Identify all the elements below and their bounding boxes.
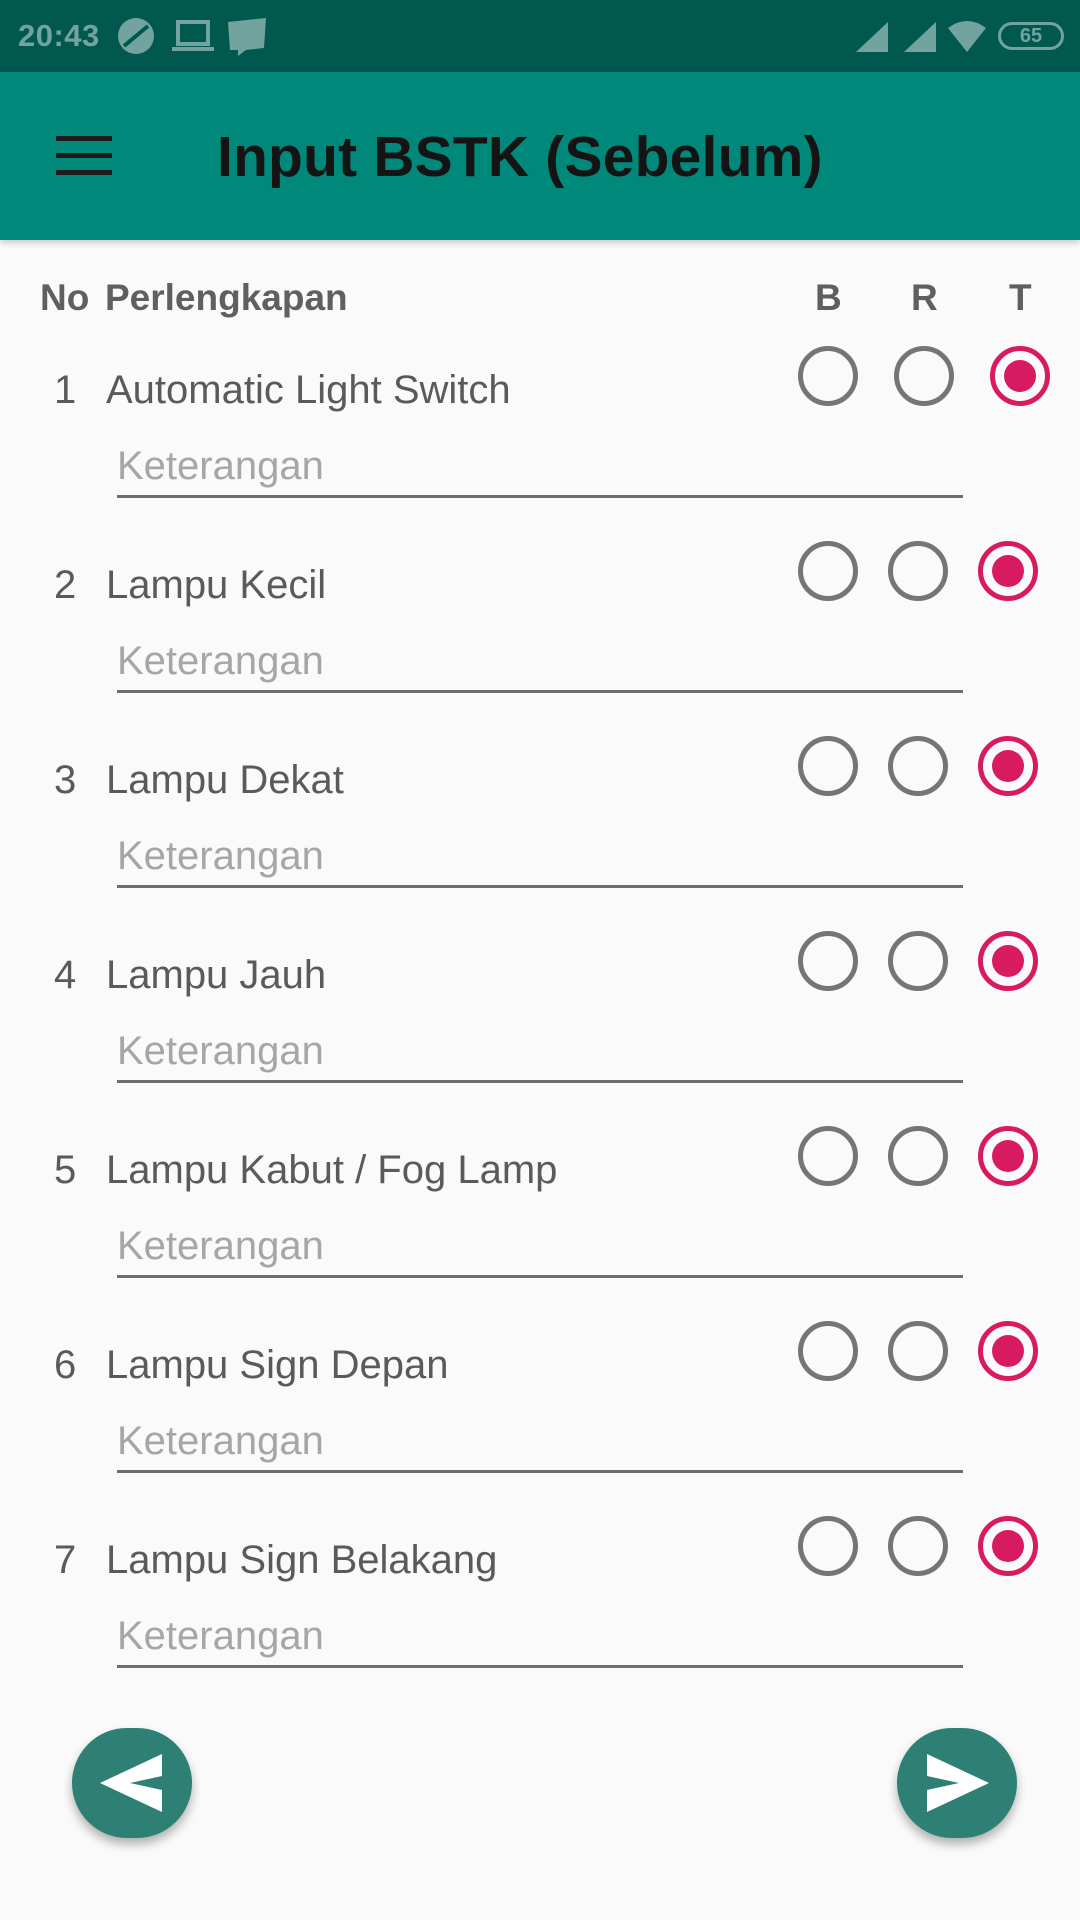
row-number: 4 [54, 953, 77, 997]
next-button[interactable] [897, 1728, 1017, 1838]
keterangan-input[interactable] [117, 1023, 963, 1083]
header-col-t: T [1009, 277, 1032, 318]
row-number: 1 [54, 368, 77, 412]
radio-b[interactable] [798, 931, 858, 991]
webtoon-icon [228, 18, 266, 56]
keterangan-input[interactable] [117, 1608, 963, 1668]
wifi-icon [948, 21, 986, 52]
status-bar: 20:43 65 [0, 0, 1080, 72]
equipment-row: 1 Automatic Light Switch [0, 346, 1080, 541]
keterangan-input[interactable] [117, 828, 963, 888]
row-number: 3 [54, 758, 77, 802]
radio-b[interactable] [798, 1126, 858, 1186]
radio-t[interactable] [978, 1321, 1038, 1381]
row-number: 5 [54, 1148, 77, 1192]
sync-icon [118, 18, 154, 54]
keterangan-input[interactable] [117, 1218, 963, 1278]
header-item: Perlengkapan [105, 277, 348, 318]
radio-b[interactable] [798, 736, 858, 796]
page-title: Input BSTK (Sebelum) [217, 125, 823, 189]
radio-t[interactable] [978, 1516, 1038, 1576]
status-time: 20:43 [18, 18, 100, 53]
radio-b[interactable] [798, 346, 858, 406]
row-number: 2 [54, 563, 77, 607]
row-item-name: Lampu Kecil [106, 563, 327, 607]
send-icon [927, 1754, 989, 1812]
signal-icon [904, 22, 936, 52]
header-no: No [40, 277, 90, 318]
radio-t[interactable] [978, 931, 1038, 991]
laptop-icon [172, 20, 214, 51]
row-number: 7 [54, 1538, 77, 1582]
radio-r[interactable] [888, 1126, 948, 1186]
radio-t[interactable] [978, 736, 1038, 796]
back-button[interactable] [72, 1728, 192, 1838]
radio-r[interactable] [888, 1321, 948, 1381]
equipment-row: 7 Lampu Sign Belakang [0, 1516, 1080, 1711]
radio-r[interactable] [888, 1516, 948, 1576]
radio-t[interactable] [978, 1126, 1038, 1186]
header-col-b: B [815, 277, 842, 318]
battery-level: 65 [1019, 25, 1043, 47]
row-number: 6 [54, 1343, 77, 1387]
send-back-icon [100, 1754, 162, 1812]
keterangan-input[interactable] [117, 438, 963, 498]
menu-icon[interactable] [56, 136, 112, 176]
keterangan-input[interactable] [117, 1413, 963, 1473]
row-item-name: Lampu Sign Depan [106, 1343, 449, 1387]
radio-r[interactable] [894, 346, 954, 406]
equipment-row: 2 Lampu Kecil [0, 541, 1080, 736]
equipment-row: 3 Lampu Dekat [0, 736, 1080, 931]
radio-r[interactable] [888, 736, 948, 796]
row-item-name: Lampu Dekat [106, 758, 344, 802]
row-item-name: Lampu Jauh [106, 953, 327, 997]
equipment-row: 5 Lampu Kabut / Fog Lamp [0, 1126, 1080, 1321]
equipment-row: 4 Lampu Jauh [0, 931, 1080, 1126]
equipment-row: 6 Lampu Sign Depan [0, 1321, 1080, 1516]
radio-b[interactable] [798, 541, 858, 601]
row-item-name: Automatic Light Switch [106, 368, 511, 412]
keterangan-input[interactable] [117, 633, 963, 693]
header-col-r: R [911, 277, 938, 318]
radio-r[interactable] [888, 541, 948, 601]
radio-b[interactable] [798, 1516, 858, 1576]
radio-r[interactable] [888, 931, 948, 991]
toolbar: Input BSTK (Sebelum) [0, 72, 1080, 240]
row-item-name: Lampu Sign Belakang [106, 1538, 498, 1582]
radio-t[interactable] [978, 541, 1038, 601]
row-item-name: Lampu Kabut / Fog Lamp [106, 1148, 558, 1192]
signal-icon [856, 22, 888, 52]
radio-t[interactable] [990, 346, 1050, 406]
radio-b[interactable] [798, 1321, 858, 1381]
battery-icon: 65 [998, 22, 1064, 50]
